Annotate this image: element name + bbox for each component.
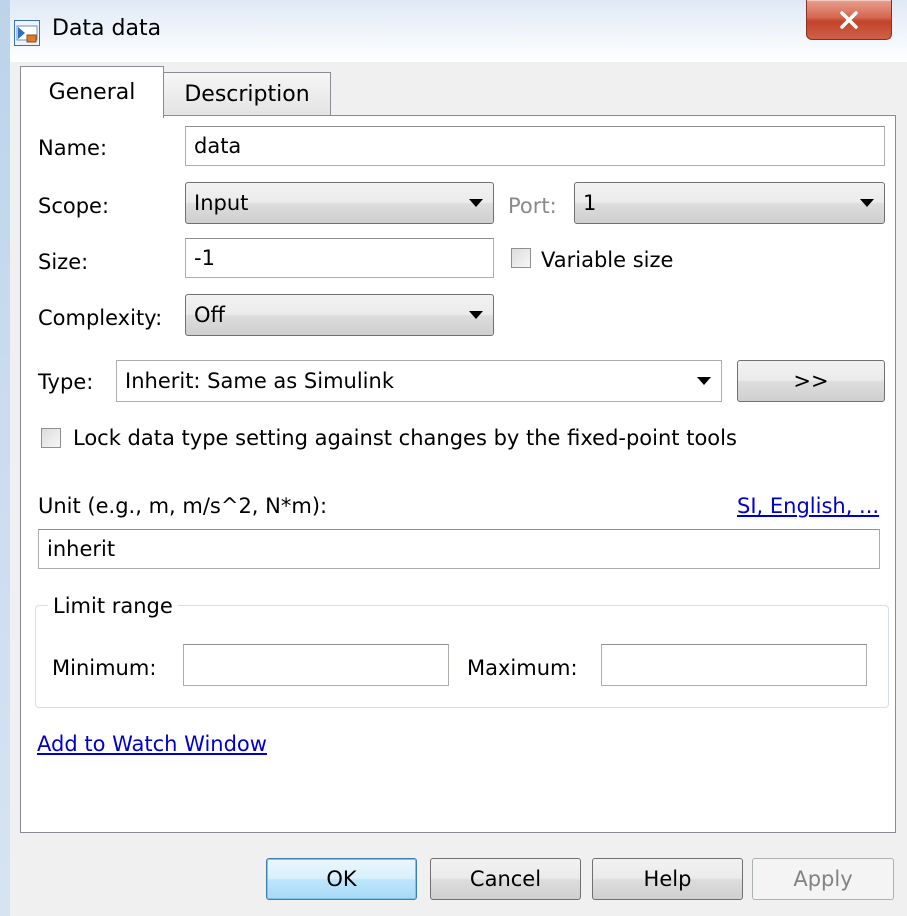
cancel-button[interactable]: Cancel — [430, 858, 581, 900]
type-value: Inherit: Same as Simulink — [125, 369, 394, 393]
scope-label: Scope: — [38, 194, 110, 218]
add-to-watch-window-link[interactable]: Add to Watch Window — [37, 732, 267, 756]
lock-data-type-label: Lock data type setting against changes b… — [73, 426, 737, 450]
data-type-assistant-button[interactable]: >> — [737, 360, 885, 402]
variable-size-label: Variable size — [541, 248, 674, 272]
chevron-down-icon — [697, 377, 711, 385]
lock-data-type-checkbox[interactable] — [41, 428, 61, 448]
port-label: Port: — [508, 194, 557, 218]
scope-dropdown[interactable]: Input — [185, 182, 494, 224]
close-button[interactable] — [806, 0, 892, 40]
tab-description-label: Description — [184, 82, 310, 107]
maximum-field[interactable] — [601, 644, 867, 686]
minimum-field[interactable] — [183, 644, 449, 686]
tab-general-label: General — [48, 80, 136, 105]
size-field[interactable]: -1 — [185, 238, 494, 278]
port-dropdown[interactable]: 1 — [574, 182, 885, 224]
maximum-label: Maximum: — [467, 656, 578, 680]
unit-systems-link[interactable]: SI, English, ... — [737, 494, 879, 518]
help-button[interactable]: Help — [592, 858, 743, 900]
ok-button[interactable]: OK — [266, 858, 417, 900]
variable-size-checkbox[interactable] — [511, 248, 531, 268]
apply-button[interactable]: Apply — [752, 858, 894, 900]
size-label: Size: — [38, 250, 89, 274]
complexity-label: Complexity: — [38, 306, 163, 330]
unit-field[interactable]: inherit — [38, 529, 880, 569]
limit-range-title: Limit range — [48, 594, 178, 618]
port-value: 1 — [583, 191, 597, 215]
chevron-down-icon — [469, 199, 483, 207]
simulink-data-icon — [14, 20, 40, 46]
scope-value: Input — [194, 191, 249, 215]
chevron-down-icon — [860, 199, 874, 207]
complexity-value: Off — [194, 303, 225, 327]
window-frame-left — [0, 0, 10, 916]
tab-description[interactable]: Description — [163, 72, 331, 116]
name-field[interactable]: data — [185, 126, 885, 166]
type-label: Type: — [38, 370, 94, 394]
name-label: Name: — [38, 136, 108, 160]
complexity-dropdown[interactable]: Off — [185, 294, 494, 336]
type-dropdown[interactable]: Inherit: Same as Simulink — [116, 360, 722, 402]
close-x-icon — [840, 10, 858, 29]
unit-label: Unit (e.g., m, m/s^2, N*m): — [38, 494, 328, 518]
tab-general[interactable]: General — [20, 66, 164, 118]
window-title: Data data — [52, 16, 162, 41]
chevron-down-icon — [469, 311, 483, 319]
minimum-label: Minimum: — [52, 656, 157, 680]
